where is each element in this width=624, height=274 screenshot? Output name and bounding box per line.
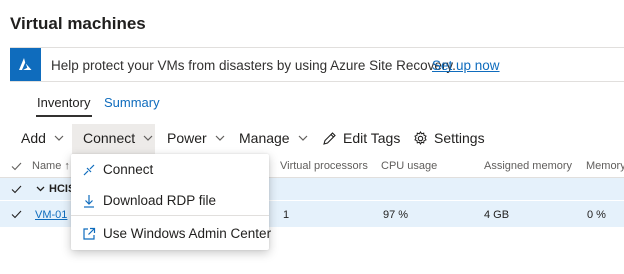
chevron-down-icon [298,135,308,141]
menu-item-windows-admin-center[interactable]: Use Windows Admin Center [71,220,272,248]
gear-icon [414,130,427,145]
sort-ascending-icon: ↑ [64,160,70,172]
banner-icon-box [10,48,41,81]
azure-logo-icon [19,58,32,70]
menu-item-label: Use Windows Admin Center [103,226,272,241]
add-label: Add [21,130,46,146]
open-external-icon [83,227,96,240]
column-header-virtual-processors[interactable]: Virtual processors [280,160,368,172]
chevron-down-icon [143,135,153,141]
column-header-assigned-memory[interactable]: Assigned memory [484,160,572,172]
download-icon [84,195,94,208]
column-header-cpu-usage[interactable]: CPU usage [381,160,437,172]
settings-label: Settings [434,130,485,146]
tab-inventory[interactable]: Inventory [37,95,90,110]
banner-message: Help protect your VMs from disasters by … [51,58,456,73]
connect-dropdown-menu: Connect Download RDP file Use Windows Ad… [71,154,272,250]
connect-label: Connect [83,130,136,146]
column-name-label: Name [32,160,62,172]
vm-name-link[interactable]: VM-01 [35,209,67,221]
info-banner: Help protect your VMs from disasters by … [10,47,624,82]
manage-label: Manage [239,130,290,146]
pencil-icon [323,131,336,145]
chevron-down-icon [215,135,225,141]
vm-assigned-memory: 4 GB [484,209,510,221]
menu-divider [71,215,269,216]
row-checkmark-icon[interactable] [11,210,22,219]
connect-plug-icon [83,164,95,176]
connect-button[interactable]: Connect [83,129,153,147]
power-button[interactable]: Power [167,129,225,147]
power-label: Power [167,130,207,146]
vm-cpu-usage: 97 % [383,209,409,221]
vm-virtual-processors: 1 [283,209,290,221]
menu-item-download-rdp[interactable]: Download RDP file [71,187,269,215]
tab-summary[interactable]: Summary [104,95,160,110]
row-checkmark-icon[interactable] [11,185,22,194]
setup-now-link[interactable]: Set up now [432,58,500,73]
add-button[interactable]: Add [21,129,64,147]
edit-tags-button[interactable]: Edit Tags [322,129,400,147]
menu-item-label: Download RDP file [103,193,217,208]
chevron-down-icon[interactable] [36,186,45,192]
settings-button[interactable]: Settings [413,129,485,147]
page-title: Virtual machines [10,14,146,33]
column-header-name[interactable]: Name ↑ [32,160,70,172]
manage-button[interactable]: Manage [239,129,308,147]
active-tab-indicator [36,115,92,117]
menu-item-connect[interactable]: Connect [71,156,269,184]
select-all-checkmark-icon[interactable] [11,162,22,171]
menu-item-label: Connect [103,162,154,177]
chevron-down-icon [54,135,64,141]
edit-tags-label: Edit Tags [343,130,401,146]
column-header-memory[interactable]: Memory [586,160,624,172]
vm-memory: 0 % [587,209,606,221]
